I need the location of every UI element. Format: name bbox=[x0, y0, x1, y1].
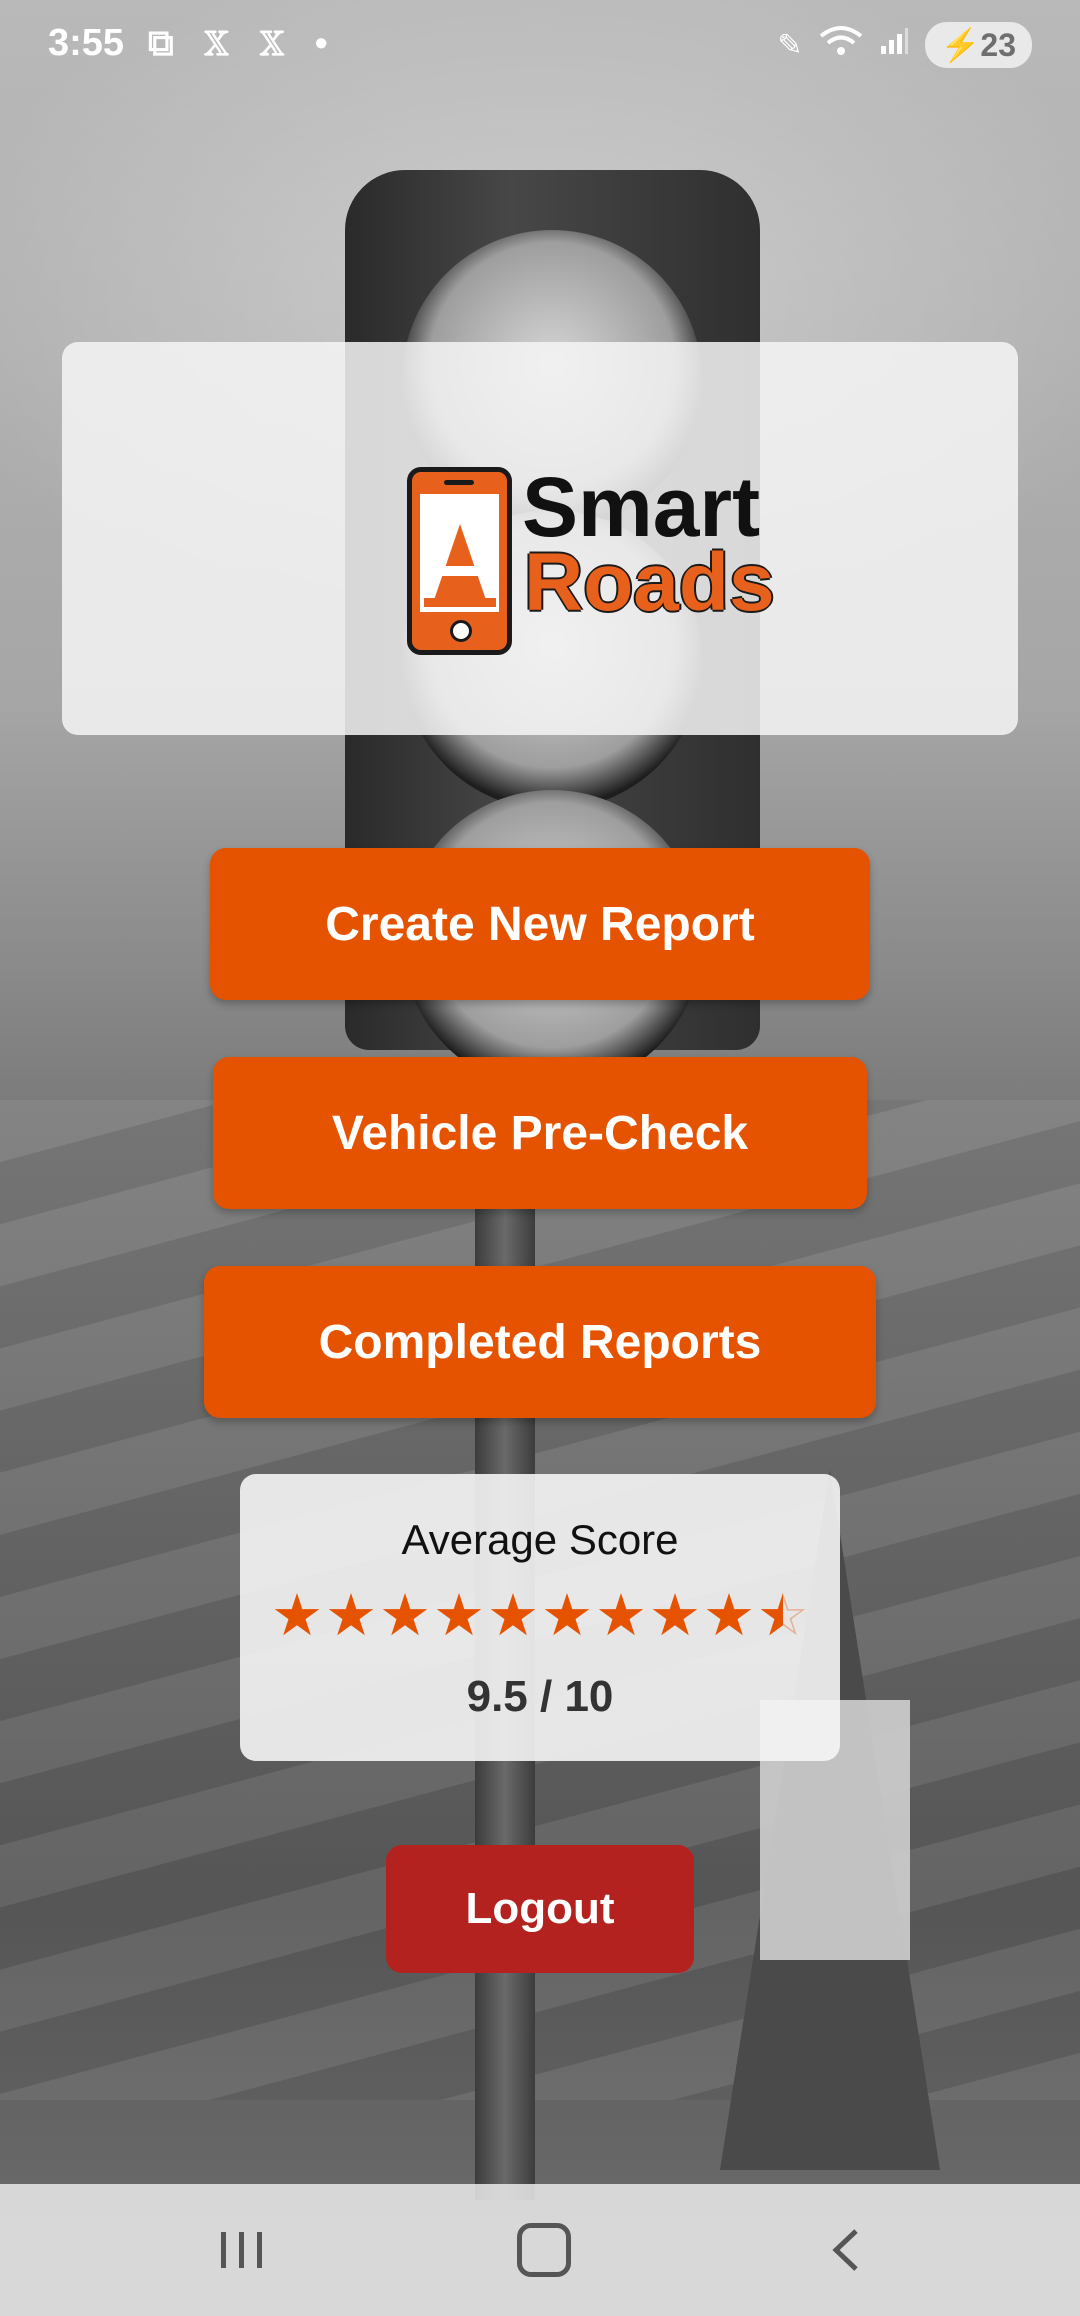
system-nav-bar bbox=[0, 2184, 1080, 2316]
logout-button[interactable]: Logout bbox=[386, 1845, 694, 1973]
battery-level: 23 bbox=[980, 27, 1016, 63]
battery-icon: ⚡23 bbox=[924, 22, 1032, 68]
notification-icons: ⧉ 𝕏 𝕏 • bbox=[148, 22, 338, 63]
logo-text-roads: Roads bbox=[524, 537, 775, 628]
star-full-icon: ★ bbox=[487, 1583, 539, 1648]
star-half-icon: ☆★ bbox=[757, 1583, 809, 1648]
home-icon[interactable] bbox=[444, 2184, 644, 2316]
star-full-icon: ★ bbox=[649, 1583, 701, 1648]
status-bar: 3:55 ⧉ 𝕏 𝕏 • ✎ ⚡23 bbox=[0, 0, 1080, 92]
vehicle-pre-check-button[interactable]: Vehicle Pre-Check bbox=[213, 1057, 867, 1209]
back-icon[interactable] bbox=[746, 2184, 946, 2316]
star-full-icon: ★ bbox=[325, 1583, 377, 1648]
star-full-icon: ★ bbox=[541, 1583, 593, 1648]
star-full-icon: ★ bbox=[595, 1583, 647, 1648]
star-rating: ★★★★★★★★★☆★ bbox=[240, 1586, 840, 1646]
create-new-report-button[interactable]: Create New Report bbox=[210, 848, 870, 1000]
wifi-icon bbox=[819, 24, 863, 66]
star-full-icon: ★ bbox=[271, 1583, 323, 1648]
pen-icon: ✎ bbox=[777, 28, 803, 62]
app-logo: Smart Roads bbox=[342, 447, 802, 655]
score-value: 9.5 / 10 bbox=[466, 1672, 614, 1721]
star-full-icon: ★ bbox=[703, 1583, 755, 1648]
signal-icon bbox=[879, 26, 909, 64]
score-title: Average Score bbox=[401, 1516, 679, 1563]
recent-apps-icon[interactable] bbox=[142, 2184, 342, 2316]
average-score-card: Average Score ★★★★★★★★★☆★ 9.5 / 10 bbox=[240, 1474, 840, 1761]
logo-card: Smart Roads bbox=[62, 342, 1018, 735]
star-full-icon: ★ bbox=[433, 1583, 485, 1648]
status-right: ✎ ⚡23 bbox=[777, 22, 1032, 68]
completed-reports-button[interactable]: Completed Reports bbox=[204, 1266, 876, 1418]
star-full-icon: ★ bbox=[379, 1583, 431, 1648]
phone-cone-icon bbox=[407, 467, 512, 655]
status-time: 3:55 bbox=[48, 22, 125, 64]
